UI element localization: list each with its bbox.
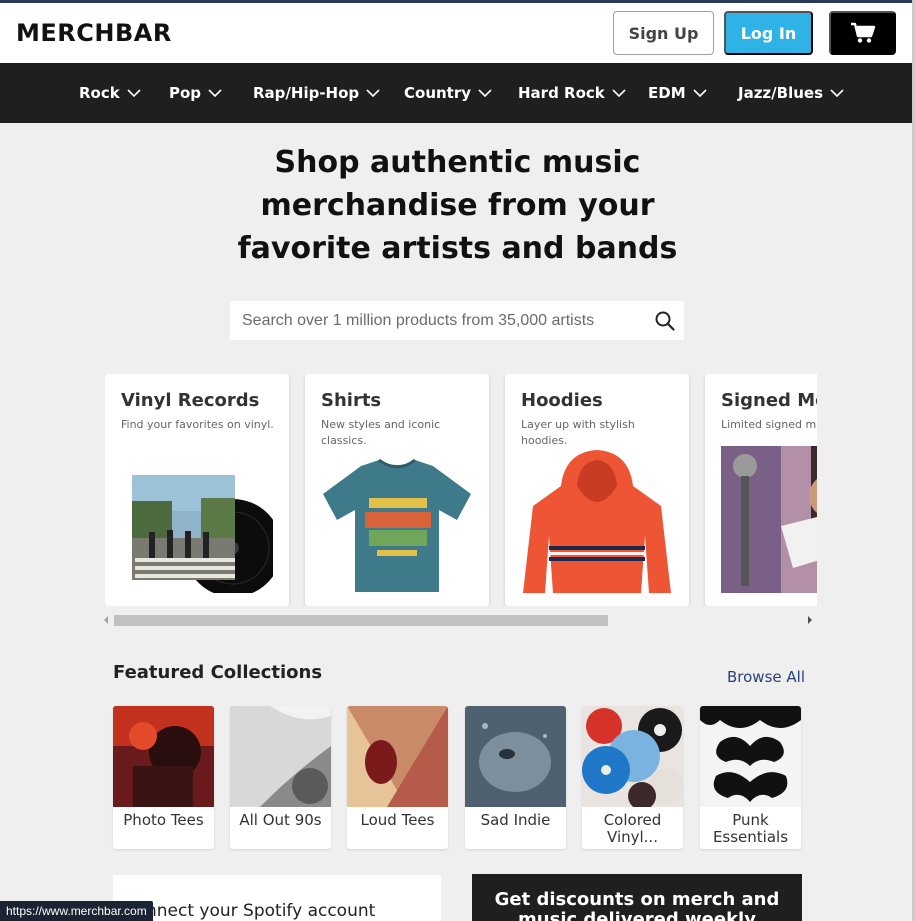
cart-button[interactable] [829,11,896,55]
nav-item-jazz-blues[interactable]: Jazz/Blues [738,63,844,123]
collection-photo-tees[interactable]: Photo Tees [113,706,214,849]
category-card-signed-merch[interactable]: Signed Me Limited signed me vinyl [705,374,817,606]
photo-tees-image [113,706,214,807]
category-card-hoodies[interactable]: Hoodies Layer up with stylish hoodies. [505,374,689,606]
collection-all-out-90s[interactable]: All Out 90s [230,706,331,849]
collection-punk-essentials[interactable]: Punk Essentials [700,706,801,849]
vinyl-record-image [132,475,273,593]
category-title: Vinyl Records [121,390,260,411]
category-description: Layer up with stylish hoodies. [521,418,635,447]
category-description: Find your favorites on vinyl. [121,418,274,431]
nav-item-hard-rock[interactable]: Hard Rock [518,63,626,123]
collection-loud-tees[interactable]: Loud Tees [347,706,448,849]
chevron-down-icon [693,89,707,97]
hoodie-image [523,450,671,593]
colored-vinyl-image [582,706,683,807]
collection-sad-indie[interactable]: Sad Indie [465,706,566,849]
cart-icon [850,22,875,43]
category-title: Shirts [321,390,382,411]
collection-colored-vinyl[interactable]: Colored Vinyl... [582,706,683,849]
category-description: Limited signed me vinyl [721,418,817,431]
nav-item-edm[interactable]: EDM [648,63,707,123]
nav-item-country[interactable]: Country [404,63,492,123]
collection-label: All Out 90s [239,811,322,829]
chevron-down-icon [612,89,626,97]
chevron-down-icon [366,89,380,97]
category-card-vinyl-records[interactable]: Vinyl Records Find your favorites on vin… [105,374,289,606]
browse-all-link[interactable]: Browse All [727,668,805,686]
nav-item-label: Rap/Hip-Hop [253,84,360,102]
genre-nav: Rock Pop Rap/Hip-Hop Country Hard Rock E… [0,63,912,123]
nav-item-label: Hard Rock [518,84,605,102]
category-title: Hoodies [521,390,603,411]
signed-merch-image [721,446,817,593]
featured-collections-title: Featured Collections [113,662,323,683]
category-title: Signed Me [721,390,817,411]
log-in-button[interactable]: Log In [724,11,813,55]
scroll-left-arrow-icon[interactable] [104,616,108,624]
loud-tees-image [347,706,448,807]
category-card-shirts[interactable]: Shirts New styles and iconic classics. [305,374,489,606]
chevron-down-icon [208,89,222,97]
collection-label: Colored Vinyl... [603,811,662,846]
search-bar [230,301,684,340]
collection-label: Sad Indie [480,811,551,829]
site-header: MERCHBAR Sign Up Log In [0,3,912,63]
chevron-down-icon [478,89,492,97]
nav-item-pop[interactable]: Pop [169,63,222,123]
spotify-connect-card[interactable]: nnect your Spotify account [113,875,441,921]
newsletter-promo[interactable]: Get discounts on merch and music deliver… [472,874,802,921]
carousel-scrollbar[interactable] [100,612,817,629]
status-bar-url: https://www.merchbar.com [0,901,153,921]
chevron-down-icon [830,89,844,97]
collection-label: Loud Tees [360,811,435,829]
hero-title: Shop authentic music merchandise from yo… [237,145,678,266]
nav-item-label: Rock [79,84,120,102]
punk-essentials-image [700,706,801,807]
nav-item-label: EDM [648,84,686,102]
scroll-right-arrow-icon[interactable] [808,616,812,624]
category-description: New styles and iconic classics. [321,418,441,447]
category-carousel: Vinyl Records Find your favorites on vin… [105,374,817,606]
merchbar-logo[interactable]: MERCHBAR [16,19,172,47]
spotify-connect-text: nnect your Spotify account [146,901,376,921]
all-out-90s-image [230,706,331,807]
collection-label: Photo Tees [123,811,204,829]
nav-item-rap-hip-hop[interactable]: Rap/Hip-Hop [253,63,380,123]
nav-item-label: Pop [169,84,202,102]
sad-indie-image [465,706,566,807]
nav-item-label: Jazz/Blues [738,84,823,102]
nav-item-label: Country [404,84,472,102]
chevron-down-icon [127,89,141,97]
nav-item-rock[interactable]: Rock [79,63,141,123]
shirt-image [323,458,471,592]
collection-label: Punk Essentials [712,811,789,846]
scrollbar-thumb[interactable] [114,615,608,626]
search-input[interactable] [230,301,640,340]
sign-up-button[interactable]: Sign Up [613,11,714,55]
search-icon[interactable] [655,311,675,336]
